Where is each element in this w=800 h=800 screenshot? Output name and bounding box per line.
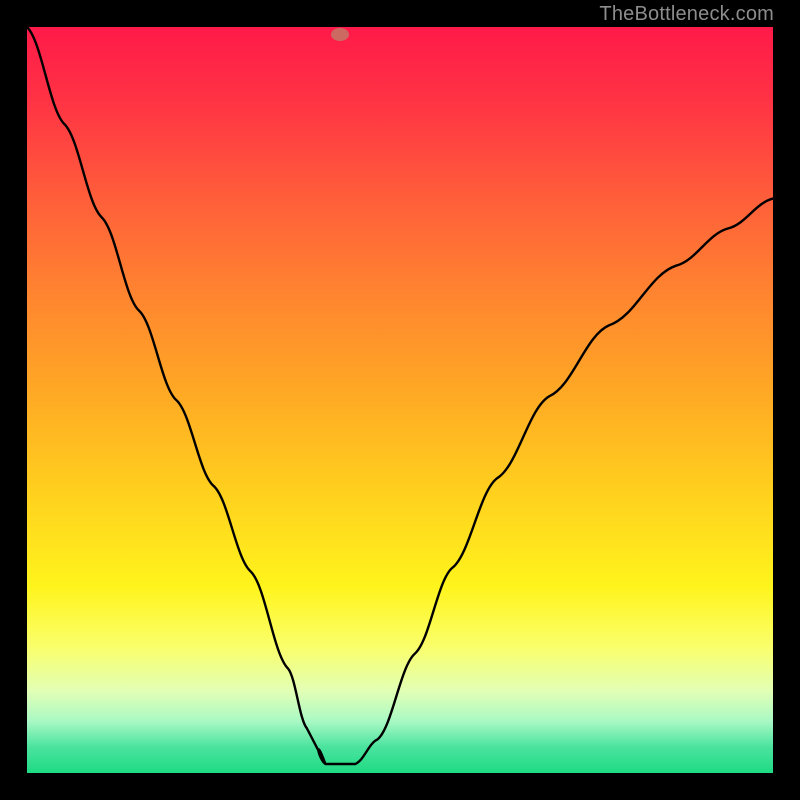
curve-line xyxy=(27,27,773,764)
bottleneck-curve xyxy=(0,0,800,800)
chart-frame: TheBottleneck.com xyxy=(0,0,800,800)
